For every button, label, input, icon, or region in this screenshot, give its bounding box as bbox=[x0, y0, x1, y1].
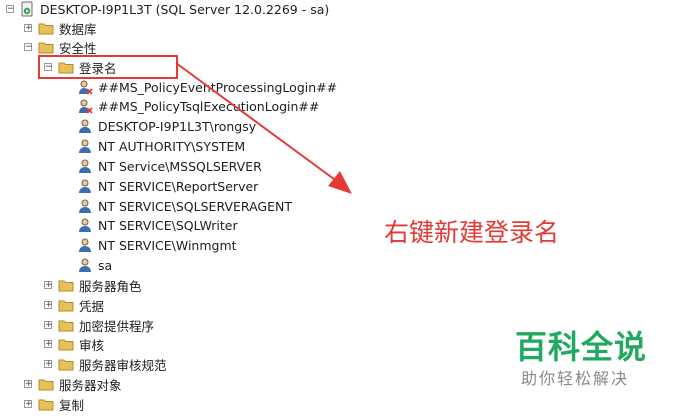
watermark-subtitle: 助你轻松解决 bbox=[521, 369, 630, 388]
annotation-text: 右键新建登录名 bbox=[384, 218, 560, 247]
watermark-logo: 百科全说 bbox=[515, 328, 648, 366]
